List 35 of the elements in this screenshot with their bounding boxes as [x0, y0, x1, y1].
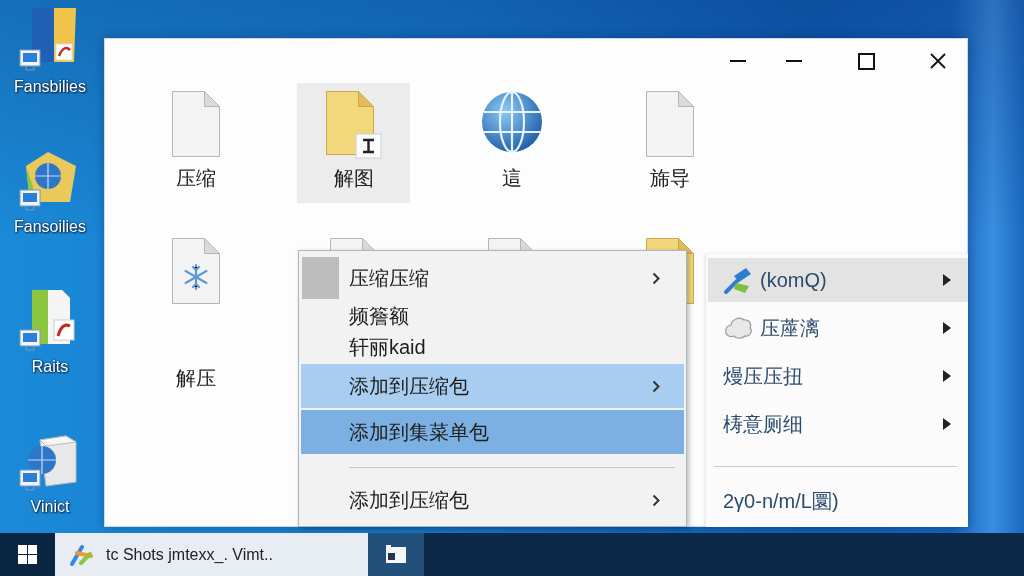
file-item[interactable]: 解图 — [297, 83, 410, 203]
menu-item[interactable]: 添加到压缩包 — [301, 478, 684, 522]
globe-icon — [479, 90, 544, 154]
taskbar-button[interactable]: tc Shots jmtexx_. Vimt.. — [55, 533, 368, 576]
menu-item[interactable]: (komQ) — [708, 258, 968, 302]
menu-item[interactable]: 轩丽kaid — [301, 333, 684, 362]
start-logo-icon — [18, 545, 37, 564]
desktop-shortcut[interactable]: Raits — [2, 280, 98, 376]
file-item[interactable]: 旆导 — [613, 83, 726, 203]
file-item[interactable]: 這 — [455, 83, 568, 203]
document-icon — [644, 90, 695, 158]
menu-item[interactable]: 频簷额 — [301, 302, 684, 331]
desktop-shortcut[interactable]: Fansbilies — [2, 0, 98, 96]
minimize-icon — [786, 60, 802, 62]
menu-item[interactable]: 压缩压缩 — [301, 256, 684, 300]
menu-item[interactable]: 添加到压缩包 — [301, 364, 684, 408]
menu-item[interactable]: 添加到集菜单包 — [301, 410, 684, 454]
file-item[interactable]: 压缩 — [139, 83, 252, 203]
window-icon — [385, 544, 407, 565]
menu-item[interactable]: 梼意厕细 — [708, 402, 968, 446]
folder-with-badge-icon — [324, 90, 383, 160]
snowflake-document-icon — [170, 237, 221, 305]
menu-item[interactable]: 压蓙漓 — [708, 306, 968, 350]
menu-item[interactable]: 熳压压扭 — [708, 354, 968, 398]
desktop-shortcut[interactable]: Vinict — [2, 420, 98, 516]
document-icon — [170, 90, 221, 158]
start-button[interactable] — [0, 533, 55, 576]
app-icon — [69, 542, 93, 567]
close-icon — [930, 53, 946, 69]
desktop-shortcut[interactable]: Fansoilies — [2, 140, 98, 236]
taskbar-button[interactable] — [368, 533, 424, 576]
minimize-icon — [730, 60, 746, 62]
maximize-icon — [857, 52, 875, 70]
menu-item[interactable]: 2γ0-n/m/L圜) — [708, 479, 968, 523]
file-item[interactable]: 解压 — [139, 230, 252, 403]
